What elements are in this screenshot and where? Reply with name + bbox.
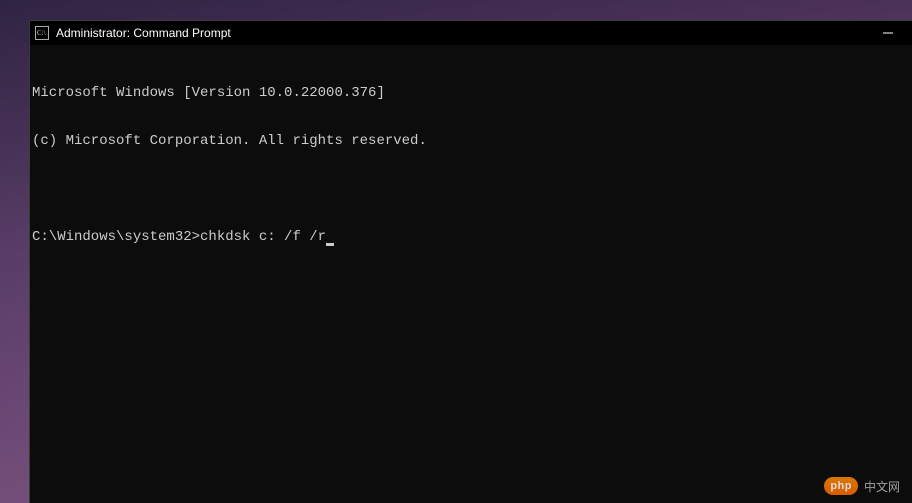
cursor — [326, 243, 334, 246]
command-prompt-window: C:\ Administrator: Command Prompt Micros… — [29, 20, 912, 503]
titlebar[interactable]: C:\ Administrator: Command Prompt — [30, 21, 912, 45]
watermark-text: 中文网 — [864, 478, 900, 495]
svg-text:C:\: C:\ — [37, 29, 46, 37]
window-controls — [868, 21, 908, 45]
blank-line — [32, 181, 912, 197]
command-input[interactable]: chkdsk c: /f /r — [200, 229, 326, 245]
terminal-output[interactable]: Microsoft Windows [Version 10.0.22000.37… — [30, 45, 912, 503]
watermark-badge: php — [824, 477, 858, 495]
minimize-button[interactable] — [868, 21, 908, 45]
prompt-text: C:\Windows\system32> — [32, 229, 200, 245]
prompt-line: C:\Windows\system32>chkdsk c: /f /r — [32, 229, 912, 245]
copyright-line: (c) Microsoft Corporation. All rights re… — [32, 133, 912, 149]
version-line: Microsoft Windows [Version 10.0.22000.37… — [32, 85, 912, 101]
cmd-icon: C:\ — [34, 25, 50, 41]
watermark: php 中文网 — [824, 477, 900, 495]
window-title: Administrator: Command Prompt — [56, 26, 868, 40]
